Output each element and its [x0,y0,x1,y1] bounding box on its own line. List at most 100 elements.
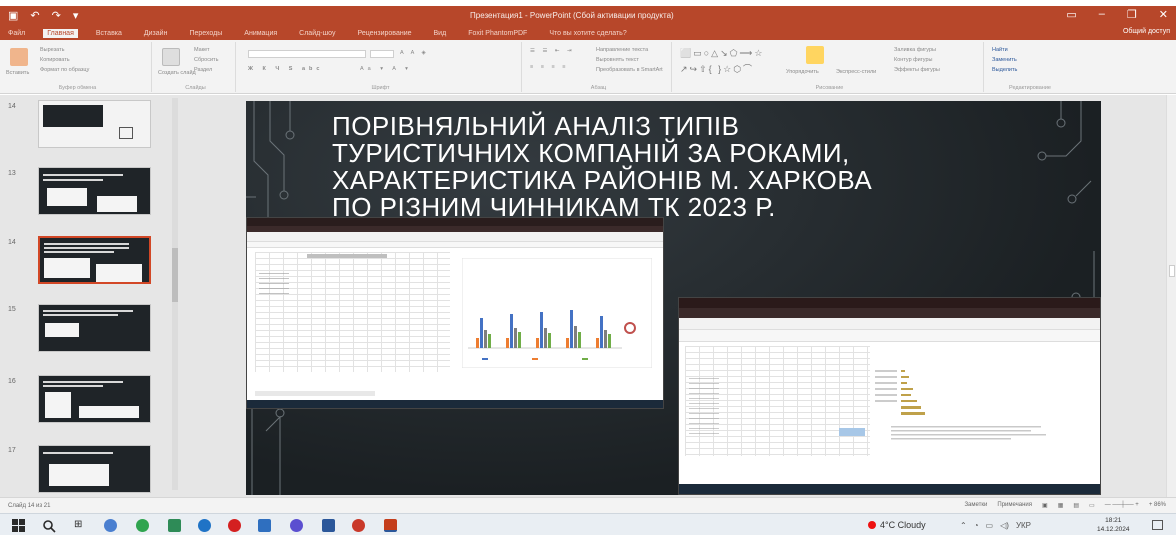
slide-thumbnail[interactable] [38,445,151,493]
tab-insert[interactable]: Вставка [92,29,126,38]
volume-icon[interactable]: ◁) [1000,521,1009,530]
paste-button[interactable]: Вставить [6,70,29,76]
slideshow-view-icon[interactable]: ▭ [1089,502,1095,509]
shapes-gallery[interactable]: ⬜▭○△↘⬠⟶☆ [680,48,764,59]
find-button[interactable]: Найти [992,47,1008,53]
clock-date: 14.12.2024 [1097,526,1130,533]
font-color-icons[interactable]: Aa ▾ A ▾ [360,66,412,72]
edge-icon[interactable] [198,519,211,532]
shape-effects-button[interactable]: Эффекты фигуры [894,67,940,73]
slide-thumbnail[interactable] [38,167,151,215]
align-icons[interactable]: ≡ ≡ ≡ ≡ [530,64,568,70]
excel-icon[interactable] [168,519,181,532]
font-size-icons[interactable]: A A ◈ [400,50,429,56]
tell-me-box[interactable]: Что вы хотите сделать? [545,29,630,38]
cut-button[interactable]: Вырезать [40,47,64,53]
zoom-slider[interactable]: — ──┼── + [1105,502,1139,509]
quick-styles-button[interactable]: Экспресс-стили [836,69,876,75]
tab-file[interactable]: Файл [4,29,29,38]
comments-button[interactable]: Примечания [997,502,1032,509]
embedded-screenshot-excel-2[interactable] [678,297,1101,495]
share-button[interactable]: Общий доступ [1123,28,1170,35]
shapes-gallery-row2[interactable]: ↗↪⇧{ }☆⬡⌒ [680,62,754,75]
format-painter-button[interactable]: Формат по образцу [40,67,89,73]
shape-fill-button[interactable]: Заливка фигуры [894,47,936,53]
tab-home[interactable]: Главная [43,28,78,38]
slide-thumbnail[interactable] [38,100,151,148]
slide-thumbnail-selected[interactable] [38,236,151,284]
notes-button[interactable]: Заметки [964,502,987,509]
app-icon-2[interactable] [258,519,271,532]
slide-thumbnail[interactable] [38,375,151,423]
replace-button[interactable]: Заменить [992,57,1017,63]
normal-view-icon[interactable]: ▣ [1042,502,1048,509]
viber-icon[interactable] [290,519,303,532]
new-slide-button[interactable]: Создать слайд [158,70,196,76]
opera-icon[interactable] [228,519,241,532]
zoom-level[interactable]: + 86% [1149,502,1166,509]
font-style-icons[interactable]: Ж К Ч S abc [248,66,323,72]
minimize-icon[interactable]: – [1099,8,1105,21]
reading-view-icon[interactable]: ▤ [1073,502,1079,509]
select-button[interactable]: Выделить [992,67,1017,73]
clock[interactable]: 18:21 14.12.2024 [1097,516,1130,534]
powerpoint-icon[interactable] [384,519,397,532]
start-icon[interactable] [12,519,25,532]
align-text-button[interactable]: Выровнять текст [596,57,639,63]
smartart-button[interactable]: Преобразовать в SmartArt [596,67,663,73]
network-icon[interactable]: ◔ [974,521,979,530]
tab-design[interactable]: Дизайн [140,29,172,38]
search-icon[interactable] [42,519,56,533]
sorter-view-icon[interactable]: ▦ [1058,502,1064,509]
thumbnails-scroll-thumb[interactable] [172,248,178,302]
tab-foxit[interactable]: Foxit PhantomPDF [464,29,531,38]
tab-animations[interactable]: Анимация [240,29,281,38]
font-size-box[interactable] [370,50,394,58]
slide-title[interactable]: ПОРІВНЯЛЬНИЙ АНАЛІЗ ТИПІВ ТУРИСТИЧНИХ КО… [332,113,1032,221]
copy-button[interactable]: Копировать [40,57,70,63]
thumb-number: 16 [8,378,16,385]
section-button[interactable]: Раздел [194,67,212,73]
undo-icon[interactable]: ↶ [30,9,39,22]
maximize-icon[interactable]: ❐ [1127,8,1137,21]
tab-view[interactable]: Вид [430,29,451,38]
task-view-icon[interactable]: ⊞ [74,519,87,532]
arrange-button[interactable]: Упорядочить [786,69,819,75]
tab-slideshow[interactable]: Слайд-шоу [295,29,339,38]
status-right: Заметки Примечания ▣ ▦ ▤ ▭ — ──┼── + + 8… [964,502,1166,509]
text-direction-button[interactable]: Направление текста [596,47,648,53]
notifications-icon[interactable] [1152,520,1163,530]
tab-review[interactable]: Рецензирование [353,29,415,38]
app-icon-3[interactable] [352,519,365,532]
drawing-caption: Рисование [815,85,844,91]
shape-outline-button[interactable]: Контур фигуры [894,57,932,63]
canvas-scrollbar[interactable] [1166,95,1176,497]
weather-widget[interactable]: 4°C Cloudy [868,520,926,530]
save-icon[interactable]: ▣ [8,9,18,22]
ribbon-display-icon[interactable]: ▭ [1066,8,1076,21]
new-slide-icon[interactable] [162,48,180,66]
reset-button[interactable]: Сбросить [194,57,218,63]
show-hidden-icons[interactable]: ⌃ [960,521,967,530]
tab-transitions[interactable]: Переходы [185,29,226,38]
font-name-box[interactable] [248,50,366,58]
thumbnails-scrollbar[interactable] [172,98,178,490]
editing-group: Найти Заменить Выделить Редактирование [988,42,1072,92]
layout-button[interactable]: Макет [194,47,210,53]
paste-icon[interactable] [10,48,28,66]
chrome-icon[interactable] [136,519,149,532]
slide[interactable]: ПОРІВНЯЛЬНИЙ АНАЛІЗ ТИПІВ ТУРИСТИЧНИХ КО… [246,101,1101,495]
slide-thumbnail[interactable] [38,304,151,352]
list-icons[interactable]: ☰ ☰ ⇤ ⇥ [530,48,575,54]
redo-icon[interactable]: ↷ [52,9,61,22]
embedded-screenshot-excel-1[interactable] [246,217,664,409]
app-icon-1[interactable] [104,519,117,532]
language-icon[interactable]: УКР [1016,521,1031,530]
battery-icon[interactable]: ▭ [986,521,994,530]
arrange-icon[interactable] [806,46,824,64]
customize-icon[interactable]: ▾ [73,9,79,22]
canvas-scroll-thumb[interactable] [1169,265,1175,277]
close-icon[interactable]: ✕ [1159,8,1168,21]
clipboard-caption: Буфер обмена [58,85,97,91]
word-icon[interactable] [322,519,335,532]
